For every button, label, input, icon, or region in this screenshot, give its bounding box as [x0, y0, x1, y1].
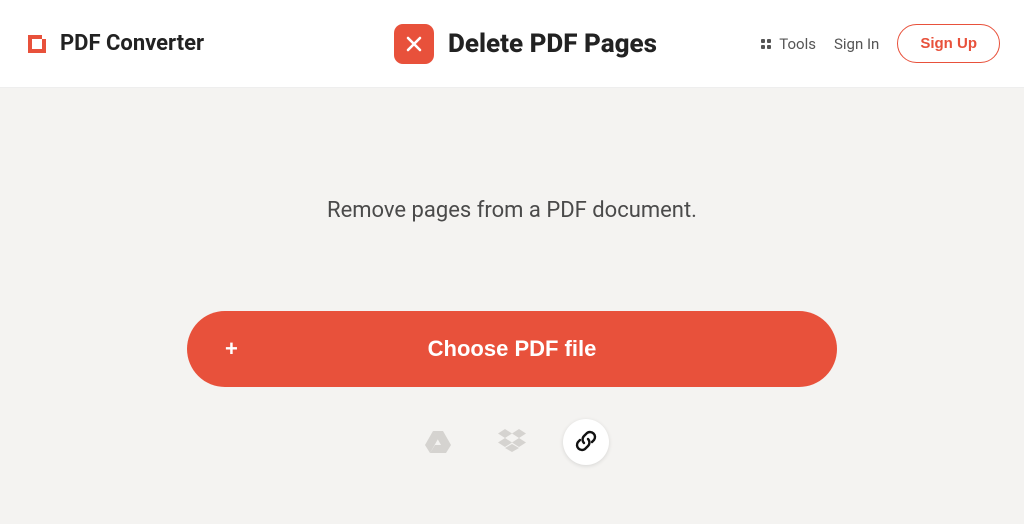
main-area: Remove pages from a PDF document. + Choo… — [0, 88, 1024, 524]
link-url-button[interactable] — [563, 419, 609, 465]
source-row — [415, 419, 609, 465]
page-title-group: Delete PDF Pages — [394, 24, 657, 64]
tools-label: Tools — [779, 35, 816, 53]
delete-page-icon — [394, 24, 434, 64]
choose-pdf-label: Choose PDF file — [428, 336, 597, 362]
dropbox-icon — [498, 429, 526, 456]
signup-button[interactable]: Sign Up — [897, 24, 1000, 63]
choose-pdf-button[interactable]: + Choose PDF file — [187, 311, 837, 387]
pdf-converter-logo-icon — [24, 31, 50, 57]
dropbox-button[interactable] — [489, 419, 535, 465]
header: PDF Converter Delete PDF Pages Tools Sig… — [0, 0, 1024, 88]
brand[interactable]: PDF Converter — [24, 31, 204, 57]
subtitle-text: Remove pages from a PDF document. — [327, 198, 697, 223]
grid-icon — [761, 39, 771, 49]
top-nav: Tools Sign In Sign Up — [761, 24, 1000, 63]
google-drive-button[interactable] — [415, 419, 461, 465]
brand-name: PDF Converter — [60, 31, 204, 56]
page-title: Delete PDF Pages — [448, 29, 657, 59]
google-drive-icon — [425, 429, 451, 456]
plus-icon: + — [225, 336, 238, 362]
signin-link[interactable]: Sign In — [834, 35, 879, 53]
tools-menu[interactable]: Tools — [761, 35, 816, 53]
link-icon — [574, 429, 598, 456]
